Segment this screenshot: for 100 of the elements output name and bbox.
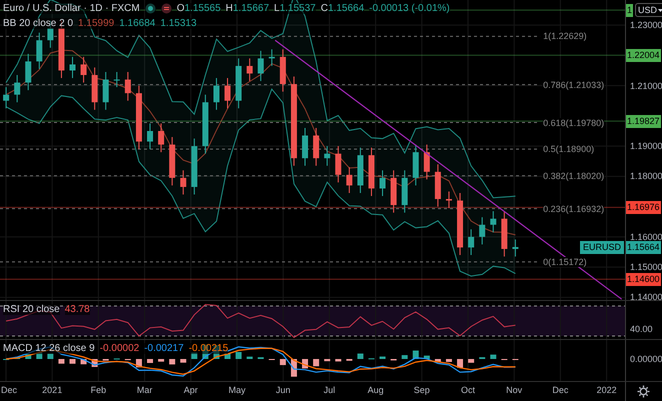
histogram-bar (169, 359, 176, 364)
histogram-bar (80, 359, 87, 364)
indicator-value: 1.15313 (160, 18, 197, 29)
time-tick: Jul (324, 385, 336, 395)
price-tick: 1.19000 (630, 141, 662, 152)
histogram-bar (70, 359, 76, 364)
fib-level-label: 0.618(1.19780) (543, 118, 604, 128)
candle (158, 122, 164, 153)
candle (479, 216, 486, 245)
candle (380, 170, 386, 197)
indicator-value: -0.00217 (144, 343, 184, 354)
fib-level-label: 0.236(1.16932) (543, 204, 604, 214)
histogram-bar (457, 359, 464, 368)
price-change: -0.00013 (-0.01%) (369, 3, 450, 14)
price-level-badge: 1.22004 (626, 48, 661, 62)
price-tick: 1.21000 (630, 80, 662, 91)
price-tick: 1.23000 (630, 20, 662, 30)
time-tick: Feb (90, 385, 106, 395)
fib-level-label: 0.786(1.21033) (543, 80, 604, 90)
histogram-bar (380, 356, 386, 359)
candle (324, 146, 330, 166)
candle (424, 144, 430, 180)
price-level-badge: 1 (626, 4, 634, 17)
candle (224, 78, 231, 109)
price-tick: 1.15000 (630, 262, 662, 272)
time-tick: May (228, 385, 246, 395)
caret-icon (658, 8, 662, 12)
histogram-bar (25, 354, 32, 359)
candle (434, 164, 441, 208)
settings-icon[interactable] (637, 385, 650, 398)
candle (3, 86, 10, 109)
time-tick: Aug (368, 385, 384, 395)
candle (457, 192, 464, 256)
candle (402, 170, 408, 214)
histogram-bar (313, 359, 320, 366)
rsi-tick: 40.00 (630, 324, 653, 334)
indicator-value: 43.78 (64, 304, 90, 315)
fib-level-label: 0.5(1.18900) (543, 144, 594, 154)
candle (490, 210, 496, 233)
candle (58, 20, 64, 79)
histogram-bar (324, 359, 330, 362)
time-tick: Jun (276, 385, 290, 395)
candle (191, 138, 198, 196)
candle (36, 32, 42, 70)
candle (468, 228, 474, 256)
candle (313, 127, 320, 166)
candle (213, 78, 220, 110)
candle (180, 170, 186, 196)
ohlc-value: L1.15537 (274, 3, 316, 14)
ohlc-value: H1.15667 (226, 3, 270, 14)
indicator-value: 1.15999 (78, 18, 114, 29)
candle (268, 48, 275, 66)
last-price-badge: 1.15664 (626, 240, 661, 254)
histogram-bar (434, 359, 441, 362)
histogram-bar (280, 359, 286, 366)
candle (280, 48, 286, 92)
histogram-bar (424, 356, 430, 359)
candle (302, 127, 308, 166)
histogram-bar (446, 359, 452, 362)
symbol-badge: EURUSD (580, 240, 624, 254)
indicator-label: MACD 12 26 close 9 (3, 343, 95, 354)
histogram-bar (335, 359, 342, 362)
macd-tick: 0.00000 (630, 354, 662, 364)
candle (258, 50, 264, 82)
candle (512, 238, 518, 258)
candle (14, 74, 20, 103)
histogram-bar (147, 359, 154, 363)
indicator-value: 1.16684 (119, 18, 156, 29)
price-level-badge: 1.19827 (626, 114, 661, 128)
candle (136, 85, 142, 150)
market-flag-icon (160, 3, 172, 14)
candle (102, 72, 109, 110)
time-tick: 2022 (596, 385, 617, 395)
candle (114, 72, 120, 88)
time-tick: Dec (1, 385, 17, 395)
time-tick: Nov (506, 385, 522, 395)
price-tick: 1.18000 (630, 171, 662, 182)
candle (236, 58, 242, 109)
time-tick: Apr (184, 385, 198, 395)
time-tick: Sep (414, 385, 430, 395)
candle (25, 53, 32, 91)
indicator-value: -0.00215 (188, 343, 228, 354)
candle (202, 94, 208, 154)
price-tick: 1.16000 (630, 232, 662, 242)
candle (124, 72, 131, 102)
indicator-label: BB 20 close 2 0 (3, 18, 74, 29)
fib-level-label: 1(1.22629) (543, 31, 587, 42)
candle (246, 58, 253, 82)
candle (70, 56, 76, 79)
currency-dropdown[interactable]: USD (635, 3, 662, 17)
candle (446, 191, 452, 209)
time-tick: Oct (461, 385, 475, 395)
candle (390, 170, 397, 214)
candle (80, 56, 87, 84)
histogram-bar (468, 359, 474, 363)
candle (92, 66, 98, 110)
time-tick: Dec (552, 385, 568, 395)
candle (368, 147, 374, 197)
price-level-badge: 1.14600 (626, 272, 661, 286)
candle (412, 144, 419, 186)
